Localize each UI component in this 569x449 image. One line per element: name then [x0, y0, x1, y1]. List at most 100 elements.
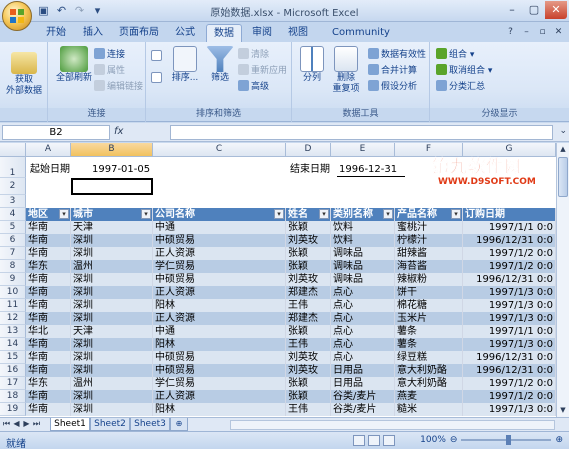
column-header-g[interactable]: G	[463, 143, 556, 157]
cell-product[interactable]: 棉花糖	[395, 299, 463, 312]
expand-formula-icon[interactable]: ⌄	[559, 126, 567, 136]
filter-dropdown-icon[interactable]: ▾	[383, 209, 393, 219]
vertical-scrollbar[interactable]: ▲ ▼	[556, 143, 569, 417]
cell-city[interactable]: 深圳	[71, 403, 153, 416]
cell-region[interactable]: 华南	[26, 273, 71, 286]
cell-company[interactable]: 中通	[153, 325, 286, 338]
cell-name[interactable]: 刘英玫	[286, 273, 331, 286]
cell-product[interactable]: 薯条	[395, 325, 463, 338]
row-header[interactable]: 10	[0, 286, 26, 299]
sheet-tab-3[interactable]: Sheet3	[130, 418, 170, 431]
cell-company[interactable]: 中硕贸易	[153, 273, 286, 286]
column-header-e[interactable]: E	[331, 143, 395, 157]
remove-duplicates-button[interactable]: 删除 重复项	[328, 46, 364, 95]
row-header[interactable]: 5	[0, 221, 26, 234]
cell-order-date[interactable]: 1997/1/2 0:0	[463, 377, 556, 390]
tab-view[interactable]: 视图	[283, 24, 313, 42]
cell-region[interactable]: 华南	[26, 221, 71, 234]
column-header-f[interactable]: F	[395, 143, 463, 157]
tab-home[interactable]: 开始	[40, 24, 72, 42]
cell-city[interactable]: 深圳	[71, 390, 153, 403]
cell-category[interactable]: 饮料	[331, 234, 395, 247]
row-header[interactable]: 13	[0, 325, 26, 338]
cell-region[interactable]: 华南	[26, 234, 71, 247]
cell-category[interactable]: 调味品	[331, 247, 395, 260]
scroll-up-icon[interactable]: ▲	[558, 144, 568, 155]
header-category[interactable]: 类别名称 ▾	[331, 208, 395, 221]
cell-company[interactable]: 正人资源	[153, 312, 286, 325]
cell-product[interactable]: 饼干	[395, 286, 463, 299]
cell-name[interactable]: 郑建杰	[286, 312, 331, 325]
cell-category[interactable]: 调味品	[331, 273, 395, 286]
zoom-in-icon[interactable]: ⊕	[555, 435, 563, 445]
cell-region[interactable]: 华南	[26, 247, 71, 260]
sheet-tab-2[interactable]: Sheet2	[90, 418, 130, 431]
cell-product[interactable]: 玉米片	[395, 312, 463, 325]
row-header[interactable]: 9	[0, 273, 26, 286]
refresh-all-button[interactable]: 全部刷新	[52, 46, 96, 84]
cell-product[interactable]: 辣椒粉	[395, 273, 463, 286]
cell-d1[interactable]: 结束日期	[288, 163, 330, 177]
row-header[interactable]: 12	[0, 312, 26, 325]
cell-name[interactable]: 张颖	[286, 325, 331, 338]
cell-name[interactable]: 刘英玫	[286, 351, 331, 364]
column-header-c[interactable]: C	[153, 143, 286, 157]
text-to-columns-button[interactable]: 分列	[296, 46, 328, 84]
scroll-down-icon[interactable]: ▼	[558, 405, 568, 416]
ungroup-button[interactable]: 取消组合 ▾	[436, 64, 492, 78]
office-button[interactable]	[2, 1, 32, 31]
what-if-button[interactable]: 假设分析	[368, 80, 417, 94]
row-header-3[interactable]: 3	[0, 195, 26, 208]
row-header[interactable]: 19	[0, 403, 26, 416]
cell-city[interactable]: 深圳	[71, 286, 153, 299]
cell-order-date[interactable]: 1997/1/3 0:0	[463, 299, 556, 312]
consolidate-button[interactable]: 合并计算	[368, 64, 417, 78]
cell-city[interactable]: 温州	[71, 377, 153, 390]
cell-category[interactable]: 点心	[331, 325, 395, 338]
cell-category[interactable]: 点心	[331, 351, 395, 364]
next-sheet-icon[interactable]: ▶	[22, 419, 31, 429]
cell-product[interactable]: 薯条	[395, 338, 463, 351]
cell-company[interactable]: 正人资源	[153, 286, 286, 299]
cell-company[interactable]: 学仁贸易	[153, 260, 286, 273]
cell-category[interactable]: 饮料	[331, 221, 395, 234]
doc-close-icon[interactable]: ✕	[552, 26, 565, 39]
cell-product[interactable]: 意大利奶酪	[395, 377, 463, 390]
cell-order-date[interactable]: 1996/12/31 0:0	[463, 364, 556, 377]
cell-city[interactable]: 深圳	[71, 273, 153, 286]
row-header[interactable]: 7	[0, 247, 26, 260]
row-header[interactable]: 15	[0, 351, 26, 364]
select-all-corner[interactable]	[0, 143, 26, 157]
cell-name[interactable]: 刘英玫	[286, 364, 331, 377]
cell-city[interactable]: 深圳	[71, 299, 153, 312]
cell-city[interactable]: 深圳	[71, 351, 153, 364]
cell-b1[interactable]: 1997-01-05	[90, 163, 150, 177]
minimize-icon[interactable]: –	[501, 1, 523, 19]
row-header[interactable]: 6	[0, 234, 26, 247]
cell-name[interactable]: 张颖	[286, 260, 331, 273]
cell-company[interactable]: 学仁贸易	[153, 377, 286, 390]
cell-name[interactable]: 郑建杰	[286, 286, 331, 299]
filter-dropdown-icon[interactable]: ▾	[451, 209, 461, 219]
cell-city[interactable]: 深圳	[71, 364, 153, 377]
filter-dropdown-icon[interactable]: ▾	[274, 209, 284, 219]
cell-name[interactable]: 刘英玫	[286, 234, 331, 247]
cell-name[interactable]: 张颖	[286, 377, 331, 390]
cell-category[interactable]: 谷类/麦片	[331, 403, 395, 416]
row-header[interactable]: 11	[0, 299, 26, 312]
cell-region[interactable]: 华南	[26, 403, 71, 416]
cell-category[interactable]: 点心	[331, 338, 395, 351]
cell-region[interactable]: 华南	[26, 351, 71, 364]
cell-category[interactable]: 调味品	[331, 260, 395, 273]
sort-desc-button[interactable]	[151, 72, 164, 86]
cell-name[interactable]: 王伟	[286, 299, 331, 312]
edit-links-button[interactable]: 编辑链接	[94, 80, 143, 94]
cell-city[interactable]: 深圳	[71, 338, 153, 351]
cell-company[interactable]: 中硕贸易	[153, 234, 286, 247]
row-header[interactable]: 17	[0, 377, 26, 390]
row-header[interactable]: 18	[0, 390, 26, 403]
sort-asc-button[interactable]	[151, 50, 164, 64]
cell-city[interactable]: 深圳	[71, 234, 153, 247]
cell-region[interactable]: 华东	[26, 377, 71, 390]
get-external-data-button[interactable]: 获取 外部数据	[3, 52, 45, 97]
